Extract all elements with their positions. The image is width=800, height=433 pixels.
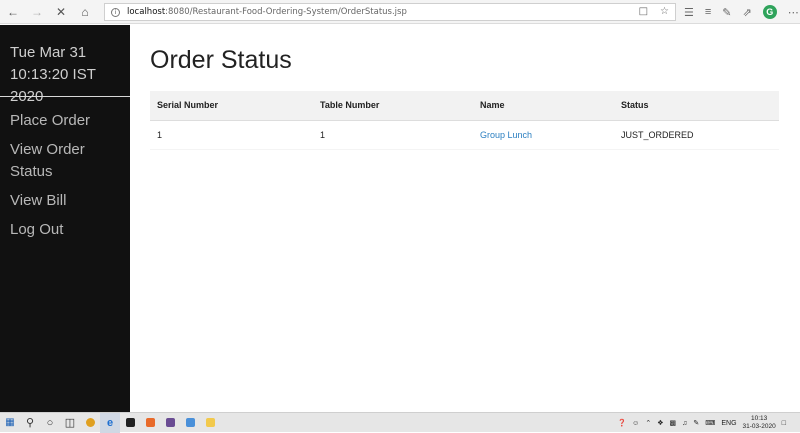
column-header-status: Status	[614, 91, 779, 121]
pen-icon[interactable]: ✎	[722, 6, 731, 19]
more-menu-icon[interactable]: ⋯	[788, 6, 799, 19]
address-bar[interactable]: i localhost:8080/Restaurant-Food-Orderin…	[104, 3, 676, 21]
folder-icon	[205, 418, 215, 427]
arrow-right-icon: →	[31, 4, 43, 19]
reading-view-icon[interactable]: □	[639, 6, 648, 17]
home-icon: ⌂	[81, 4, 89, 19]
cortana-icon: ○	[46, 416, 54, 429]
stop-button[interactable]: ✕	[50, 1, 72, 23]
taskbar-app-blue[interactable]	[180, 413, 200, 433]
keyboard-icon[interactable]: ⌨	[705, 419, 715, 427]
arrow-left-icon: ←	[7, 4, 19, 19]
sidebar-item-view-bill[interactable]: View Bill	[0, 190, 130, 212]
clock-time: 10:13	[751, 415, 768, 422]
task-view-button[interactable]: ◫	[60, 413, 80, 433]
taskbar-terminal[interactable]	[120, 413, 140, 433]
volume-icon[interactable]: ♫	[682, 420, 687, 427]
column-header-name: Name	[473, 91, 614, 121]
cell-serial-number: 1	[150, 120, 313, 150]
cell-table-number: 1	[313, 120, 473, 150]
taskbar-file-explorer[interactable]	[200, 413, 220, 433]
terminal-icon	[125, 418, 135, 427]
browser-toolbar: ← → ✕ ⌂ i localhost:8080/Restaurant-Food…	[0, 0, 800, 24]
chevron-up-icon[interactable]: ⌃	[645, 419, 651, 427]
taskbar-clock[interactable]: 10:13 31-03-2020	[743, 415, 776, 431]
taskbar-app-orange[interactable]	[140, 413, 160, 433]
date-line: Tue Mar 31	[10, 44, 87, 61]
page-title: Order Status	[150, 46, 292, 74]
app-purple-icon	[165, 418, 175, 427]
task-view-icon: ◫	[64, 417, 76, 429]
url-path: :8080/Restaurant-Food-Ordering-System/Or…	[165, 7, 407, 17]
share-icon[interactable]: ⇗	[743, 6, 752, 19]
dropbox-icon[interactable]: ❖	[657, 419, 663, 427]
url-host: localhost	[127, 7, 166, 17]
search-button[interactable]: ⚲	[20, 413, 40, 433]
cortana-button[interactable]: ○	[40, 413, 60, 433]
pen-workspace-icon[interactable]: ✎	[693, 419, 699, 427]
language-indicator[interactable]: ENG	[721, 420, 736, 427]
notifications-icon[interactable]: □	[782, 420, 786, 427]
sidebar-item-log-out[interactable]: Log Out	[0, 219, 130, 241]
taskbar-chrome[interactable]	[80, 413, 100, 433]
edge-icon: e	[106, 416, 114, 429]
taskbar: ▦ ⚲ ○ ◫ e ❓ ☺ ⌃ ❖ ▩ ♫ ✎ ⌨ ENG 10:13 31-0…	[0, 412, 800, 433]
info-icon[interactable]: i	[111, 7, 120, 17]
home-button[interactable]: ⌂	[74, 1, 96, 23]
grammarly-extension-icon[interactable]: G	[762, 5, 777, 19]
column-header-serial-number: Serial Number	[150, 91, 313, 121]
forward-button[interactable]: →	[26, 1, 48, 23]
table-header-row: Serial Number Table Number Name Status	[150, 91, 779, 121]
chrome-icon	[85, 418, 95, 427]
network-icon[interactable]: ▩	[669, 419, 676, 427]
taskbar-edge[interactable]: e	[100, 412, 120, 433]
search-icon: ⚲	[25, 417, 35, 429]
sidebar-menu: Place Order View Order Status View Bill …	[0, 110, 130, 248]
favorites-hub-icon[interactable]: ☰	[684, 6, 694, 19]
cell-status: JUST_ORDERED	[614, 120, 779, 150]
sidebar-divider	[0, 96, 130, 97]
order-name-link[interactable]: Group Lunch	[480, 130, 532, 140]
cell-name: Group Lunch	[473, 120, 614, 150]
table-row: 1 1 Group Lunch JUST_ORDERED	[150, 120, 779, 150]
people-icon[interactable]: ☺	[632, 420, 639, 427]
app-orange-icon	[145, 418, 155, 427]
sidebar: Tue Mar 31 10:13:20 IST 2020 Place Order…	[0, 25, 130, 412]
taskbar-app-purple[interactable]	[160, 413, 180, 433]
windows-logo-icon: ▦	[5, 417, 15, 428]
back-button[interactable]: ←	[2, 1, 24, 23]
favorite-star-icon[interactable]: ☆	[660, 6, 669, 17]
sidebar-item-view-order-status[interactable]: View Order Status	[0, 139, 100, 183]
sidebar-item-place-order[interactable]: Place Order	[0, 110, 130, 132]
app-blue-icon	[185, 418, 195, 427]
reading-list-icon[interactable]: ≡	[705, 6, 711, 18]
clock-date: 31-03-2020	[742, 423, 776, 430]
time-line: 10:13:20 IST 2020	[10, 66, 96, 105]
column-header-table-number: Table Number	[313, 91, 473, 121]
system-tray: ❓ ☺ ⌃ ❖ ▩ ♫ ✎ ⌨ ENG 10:13 31-03-2020 □	[617, 413, 800, 433]
order-status-table: Serial Number Table Number Name Status 1…	[150, 91, 779, 150]
start-button[interactable]: ▦	[0, 413, 20, 433]
help-icon[interactable]: ❓	[617, 419, 626, 427]
close-icon: ✕	[55, 4, 67, 19]
main-content: Order Status Serial Number Table Number …	[150, 25, 780, 150]
